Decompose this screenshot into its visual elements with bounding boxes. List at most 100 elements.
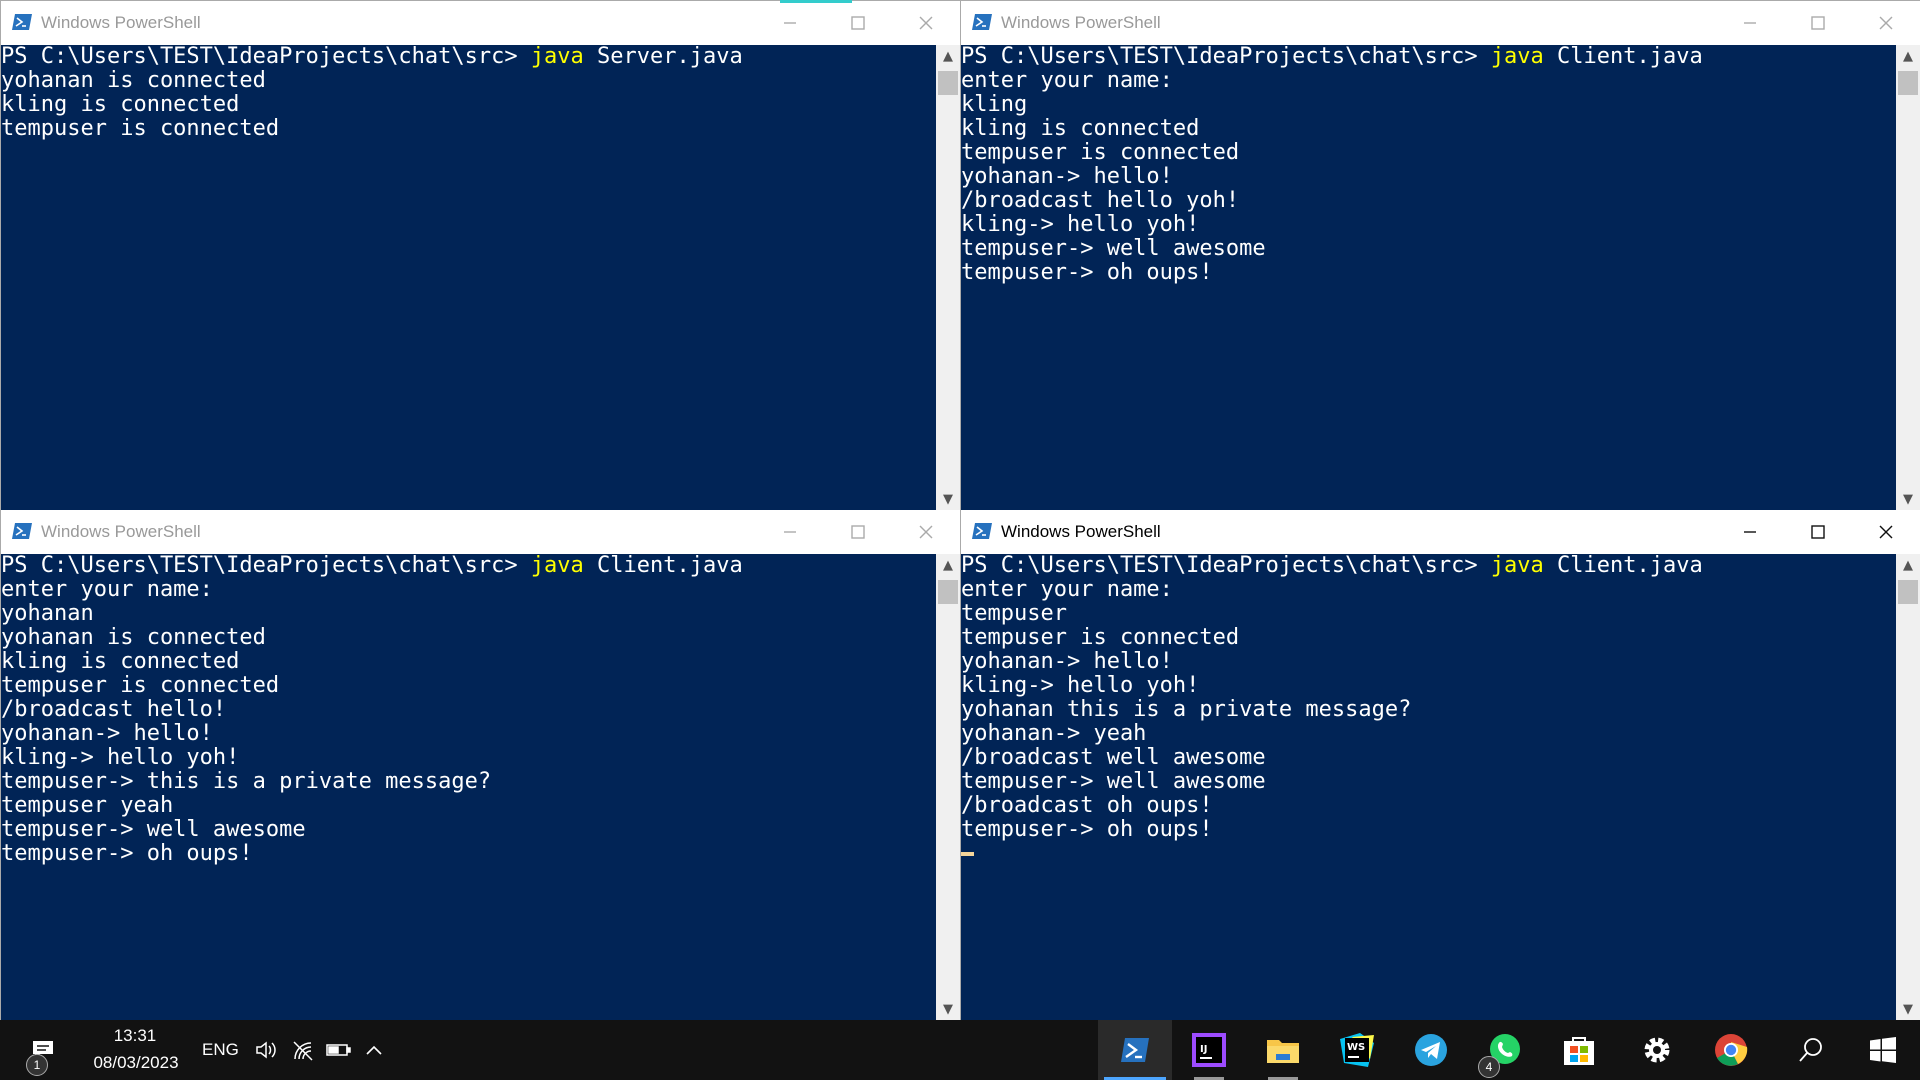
battery-icon[interactable] bbox=[322, 1020, 356, 1080]
console-output[interactable]: PS C:\Users\TEST\IdeaProjects\chat\src> … bbox=[1, 554, 936, 1020]
scrollbar[interactable]: ▲ ▼ bbox=[936, 554, 960, 1020]
scroll-down-icon[interactable]: ▼ bbox=[936, 488, 960, 510]
scroll-down-icon[interactable]: ▼ bbox=[936, 998, 960, 1020]
powershell-window[interactable]: Windows PowerShell PS C:\Users\TEST\Idea… bbox=[960, 510, 1920, 1020]
console-line: tempuser-> oh oups! bbox=[1, 842, 936, 866]
window-title: Windows PowerShell bbox=[41, 522, 201, 541]
taskbar-intellij[interactable]: IJ bbox=[1172, 1020, 1246, 1080]
console-text: tempuser is connected bbox=[1, 116, 280, 141]
volume-icon[interactable] bbox=[250, 1020, 282, 1080]
console-text: PS C:\Users\TEST\IdeaProjects\chat\src> bbox=[1, 45, 531, 69]
taskbar-microsoft-store[interactable] bbox=[1542, 1020, 1616, 1080]
scrollbar[interactable]: ▲ ▼ bbox=[1896, 45, 1920, 510]
powershell-window[interactable]: Windows PowerShell PS C:\Users\TEST\Idea… bbox=[960, 0, 1920, 510]
title-bar[interactable]: Windows PowerShell bbox=[1, 510, 960, 554]
scroll-up-icon[interactable]: ▲ bbox=[1896, 554, 1920, 576]
console-text: yohanan-> hello! bbox=[961, 164, 1173, 189]
title-bar[interactable]: Windows PowerShell bbox=[961, 1, 1920, 45]
scroll-up-icon[interactable]: ▲ bbox=[1896, 45, 1920, 67]
console-line: /broadcast hello yoh! bbox=[961, 189, 1896, 213]
minimize-icon bbox=[784, 531, 796, 533]
close-icon bbox=[1879, 16, 1893, 30]
console-output[interactable]: PS C:\Users\TEST\IdeaProjects\chat\src> … bbox=[961, 45, 1896, 510]
taskbar-chrome[interactable] bbox=[1694, 1020, 1768, 1080]
action-center-button[interactable]: 1 bbox=[8, 1020, 78, 1080]
chevron-up-icon[interactable] bbox=[358, 1020, 390, 1080]
console-text: tempuser is connected bbox=[1, 673, 280, 698]
console-keyword: java bbox=[1490, 45, 1544, 69]
console-text: yohanan is connected bbox=[1, 625, 266, 650]
powershell-window[interactable]: Windows PowerShell PS C:\Users\TEST\Idea… bbox=[0, 0, 960, 510]
scroll-down-icon[interactable]: ▼ bbox=[1896, 998, 1920, 1020]
console-line: enter your name: bbox=[1, 578, 936, 602]
console-output[interactable]: PS C:\Users\TEST\IdeaProjects\chat\src> … bbox=[1, 45, 936, 510]
console-text: yohanan-> hello! bbox=[1, 721, 213, 746]
console-text: tempuser-> well awesome bbox=[961, 769, 1266, 794]
console-line: /broadcast well awesome bbox=[961, 746, 1896, 770]
maximize-icon bbox=[1811, 525, 1825, 539]
console-text: yohanan is connected bbox=[1, 68, 266, 93]
taskbar-telegram[interactable] bbox=[1394, 1020, 1468, 1080]
console-text: tempuser yeah bbox=[1, 793, 174, 818]
clock-date[interactable]: 08/03/2023 bbox=[80, 1053, 192, 1073]
console-line: yohanan-> hello! bbox=[961, 165, 1896, 189]
taskbar-whatsapp[interactable]: 4 bbox=[1468, 1020, 1542, 1080]
console-text: yohanan-> yeah bbox=[961, 721, 1147, 746]
maximize-button[interactable] bbox=[824, 1, 892, 45]
taskbar-settings[interactable] bbox=[1620, 1020, 1694, 1080]
close-button[interactable] bbox=[1852, 1, 1920, 45]
console-text: enter your name: bbox=[1, 577, 213, 602]
prompt-line[interactable] bbox=[961, 842, 1896, 866]
taskbar-webstorm[interactable]: WS bbox=[1320, 1020, 1394, 1080]
powershell-icon bbox=[12, 14, 32, 30]
close-button[interactable] bbox=[892, 510, 960, 554]
console-output[interactable]: PS C:\Users\TEST\IdeaProjects\chat\src> … bbox=[961, 554, 1896, 1020]
console-text: tempuser-> this is a private message? bbox=[1, 769, 492, 794]
scroll-thumb[interactable] bbox=[938, 71, 958, 95]
chrome-icon bbox=[1715, 1034, 1748, 1066]
console-text: Client.java bbox=[583, 554, 743, 578]
start-icon bbox=[1870, 1037, 1896, 1063]
console-text: yohanan-> hello! bbox=[961, 649, 1173, 674]
scroll-up-icon[interactable]: ▲ bbox=[936, 45, 960, 67]
title-bar[interactable]: Windows PowerShell bbox=[961, 510, 1920, 554]
taskbar-powershell[interactable] bbox=[1098, 1020, 1172, 1080]
scroll-thumb[interactable] bbox=[1898, 580, 1918, 604]
start-button[interactable] bbox=[1848, 1020, 1918, 1080]
console-text: Server.java bbox=[583, 45, 743, 69]
maximize-icon bbox=[1811, 16, 1825, 30]
console-text: Client.java bbox=[1543, 554, 1703, 578]
console-text: tempuser is connected bbox=[961, 140, 1240, 165]
scrollbar[interactable]: ▲ ▼ bbox=[1896, 554, 1920, 1020]
maximize-button[interactable] bbox=[1784, 510, 1852, 554]
console-line: kling is connected bbox=[961, 117, 1896, 141]
scroll-up-icon[interactable]: ▲ bbox=[936, 554, 960, 576]
powershell-window[interactable]: Windows PowerShell PS C:\Users\TEST\Idea… bbox=[0, 510, 960, 1020]
close-button[interactable] bbox=[1852, 510, 1920, 554]
console-line: kling is connected bbox=[1, 650, 936, 674]
console-line: tempuser-> oh oups! bbox=[961, 818, 1896, 842]
taskbar-search[interactable] bbox=[1776, 1020, 1846, 1080]
console-line: tempuser-> well awesome bbox=[961, 770, 1896, 794]
clock-time[interactable]: 13:31 bbox=[80, 1026, 190, 1046]
svg-text:IJ: IJ bbox=[1200, 1044, 1207, 1055]
minimize-button[interactable] bbox=[756, 1, 824, 45]
scroll-thumb[interactable] bbox=[938, 580, 958, 604]
taskbar-file-explorer[interactable] bbox=[1246, 1020, 1320, 1080]
language-indicator[interactable]: ENG bbox=[202, 1040, 239, 1060]
console-text: tempuser-> oh oups! bbox=[961, 817, 1213, 842]
whatsapp-count-badge: 4 bbox=[1478, 1056, 1500, 1078]
scrollbar[interactable]: ▲ ▼ bbox=[936, 45, 960, 510]
console-line: kling-> hello yoh! bbox=[961, 674, 1896, 698]
scroll-down-icon[interactable]: ▼ bbox=[1896, 488, 1920, 510]
minimize-button[interactable] bbox=[1716, 510, 1784, 554]
maximize-button[interactable] bbox=[824, 510, 892, 554]
scroll-thumb[interactable] bbox=[1898, 71, 1918, 95]
maximize-button[interactable] bbox=[1784, 1, 1852, 45]
minimize-button[interactable] bbox=[1716, 1, 1784, 45]
minimize-button[interactable] bbox=[756, 510, 824, 554]
close-button[interactable] bbox=[892, 1, 960, 45]
wifi-icon[interactable] bbox=[286, 1020, 320, 1080]
title-bar[interactable]: Windows PowerShell bbox=[1, 1, 960, 45]
console-lines: PS C:\Users\TEST\IdeaProjects\chat\src> … bbox=[961, 554, 1896, 866]
